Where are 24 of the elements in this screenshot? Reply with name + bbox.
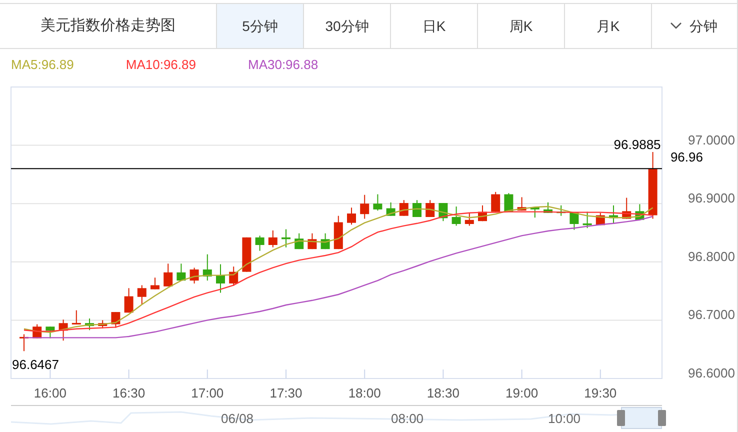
navigator-date-label: 06/08: [221, 410, 255, 428]
y-axis-label: 96.8000: [688, 248, 735, 264]
y-axis-label: 96.6000: [688, 366, 735, 380]
low-price-label: 96.6467: [12, 357, 59, 372]
moving-average-legend: MA30:96.88: [248, 54, 318, 74]
x-axis-label: 18:30: [426, 386, 460, 400]
y-axis-label: 96.7000: [688, 307, 735, 322]
moving-average-legend: MA10:96.89: [126, 54, 196, 74]
x-axis-label: 17:00: [191, 386, 224, 400]
x-axis-label: 19:30: [584, 386, 617, 400]
x-axis-label: 16:00: [34, 386, 66, 400]
current-price-label: 96.96: [670, 150, 703, 165]
y-axis-label: 97.0000: [688, 132, 735, 148]
high-price-label: 96.9885: [614, 137, 661, 152]
chart-title: 美元指数价格走势图: [40, 16, 176, 36]
x-axis-label: 19:00: [506, 386, 538, 400]
dropdown-label: 分钟: [690, 16, 718, 36]
navigator-time-label: 08:00: [391, 410, 425, 428]
x-axis-label: 18:00: [348, 386, 381, 400]
navigator-time-label: 10:00: [548, 410, 581, 428]
x-axis-label: 17:30: [270, 386, 302, 400]
x-axis-label: 16:30: [112, 386, 146, 400]
moving-average-legend: MA5:96.89: [11, 54, 74, 74]
y-axis-label: 96.9000: [688, 190, 735, 206]
